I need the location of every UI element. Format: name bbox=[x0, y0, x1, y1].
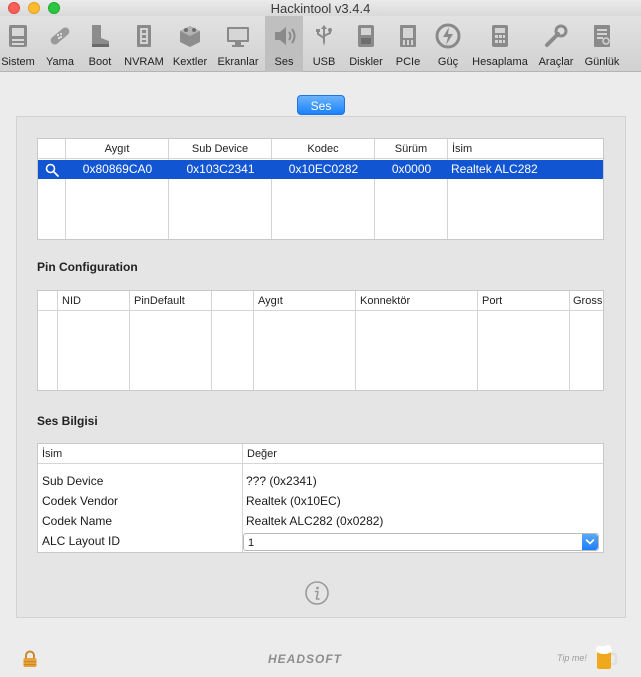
magnifier-icon[interactable] bbox=[44, 160, 60, 179]
alc-layout-id-dropdown[interactable]: 1 bbox=[243, 533, 599, 551]
column-header-device[interactable]: Aygıt bbox=[254, 291, 356, 311]
audio-device-table[interactable]: Aygıt Sub Device Kodec Sürüm İsim 0x8086… bbox=[37, 138, 604, 240]
log-icon bbox=[588, 22, 616, 50]
nvram-icon bbox=[130, 22, 158, 50]
tab-label: Günlük bbox=[584, 56, 620, 68]
cell-device: 0x80869CA0 bbox=[82, 162, 153, 176]
pcie-icon bbox=[394, 22, 422, 50]
power-icon bbox=[434, 22, 462, 50]
table-header: İsim Değer bbox=[38, 444, 603, 464]
column-header-nid[interactable]: NID bbox=[58, 291, 130, 311]
column-header-version[interactable]: Sürüm bbox=[375, 139, 448, 159]
cell-sub-device: 0x103C2341 bbox=[186, 162, 255, 176]
disk-icon bbox=[352, 22, 380, 50]
column-header-value[interactable]: Değer bbox=[243, 444, 603, 464]
tab-guc[interactable]: Güç bbox=[430, 16, 466, 72]
segment-ses-button[interactable]: Ses bbox=[297, 95, 345, 115]
pin-configuration-title: Pin Configuration bbox=[37, 260, 138, 274]
speaker-icon bbox=[270, 22, 298, 50]
system-icon bbox=[4, 22, 32, 50]
table-row[interactable]: Codek Name Realtek ALC282 (0x0282) bbox=[38, 511, 603, 531]
column-divider bbox=[129, 311, 130, 390]
cell-version: 0x0000 bbox=[391, 162, 432, 176]
column-divider bbox=[569, 311, 570, 390]
cell-codec: 0x10EC0282 bbox=[288, 162, 359, 176]
tab-araclar[interactable]: Araçlar bbox=[536, 16, 576, 72]
tip-me-label[interactable]: Tip me! bbox=[557, 653, 587, 663]
tab-kextler[interactable]: Kextler bbox=[170, 16, 210, 72]
column-header-gross[interactable]: Gross bbox=[570, 291, 603, 311]
column-divider bbox=[57, 311, 58, 390]
column-header-blank bbox=[38, 291, 58, 311]
window-title: Hackintool v3.4.4 bbox=[270, 1, 371, 16]
info-key: ALC Layout ID bbox=[42, 534, 121, 548]
audio-info-table[interactable]: İsim Değer Sub Device ??? (0x2341) Codek… bbox=[37, 443, 604, 553]
table-row[interactable]: 0x80869CA0 0x103C2341 0x10EC0282 0x0000 … bbox=[38, 160, 603, 179]
info-value: Realtek ALC282 (0x0282) bbox=[246, 514, 384, 528]
column-header-name[interactable]: İsim bbox=[448, 139, 603, 159]
tools-icon bbox=[542, 22, 570, 50]
column-header-name[interactable]: İsim bbox=[38, 444, 243, 464]
info-value: Realtek (0x10EC) bbox=[246, 494, 341, 508]
tab-hesaplama[interactable]: Hesaplama bbox=[472, 16, 528, 72]
title-bar: Hackintool v3.4.4 bbox=[0, 0, 641, 16]
info-key: Codek Name bbox=[42, 514, 113, 528]
table-header: NID PinDefault Aygıt Konnektör Port Gros… bbox=[38, 291, 603, 311]
table-header: Aygıt Sub Device Kodec Sürüm İsim bbox=[38, 139, 603, 159]
column-divider bbox=[253, 311, 254, 390]
display-icon bbox=[224, 22, 252, 50]
pin-configuration-table[interactable]: NID PinDefault Aygıt Konnektör Port Gros… bbox=[37, 290, 604, 391]
kext-icon bbox=[176, 22, 204, 50]
dropdown-value: 1 bbox=[248, 537, 255, 549]
headsoft-logo: HEADSOFT bbox=[268, 652, 342, 666]
column-divider bbox=[211, 311, 212, 390]
tab-ekranlar[interactable]: Ekranlar bbox=[216, 16, 260, 72]
table-row[interactable]: Codek Vendor Realtek (0x10EC) bbox=[38, 491, 603, 511]
column-header-connector[interactable]: Konnektör bbox=[356, 291, 478, 311]
column-header-port[interactable]: Port bbox=[478, 291, 570, 311]
column-header-codec[interactable]: Kodec bbox=[272, 139, 375, 159]
info-key: Sub Device bbox=[42, 474, 104, 488]
calculator-icon bbox=[486, 22, 514, 50]
column-header-unnamed[interactable] bbox=[212, 291, 254, 311]
chevron-down-icon[interactable] bbox=[582, 534, 598, 550]
boot-icon bbox=[86, 22, 114, 50]
column-divider bbox=[355, 311, 356, 390]
column-header-device[interactable]: Aygıt bbox=[66, 139, 169, 159]
column-header-pin-default[interactable]: PinDefault bbox=[130, 291, 212, 311]
audio-info-title: Ses Bilgisi bbox=[37, 414, 98, 428]
info-key: Codek Vendor bbox=[42, 494, 119, 508]
lock-icon[interactable] bbox=[22, 650, 38, 668]
column-divider bbox=[477, 311, 478, 390]
info-icon[interactable] bbox=[304, 580, 330, 606]
usb-icon bbox=[310, 22, 338, 50]
table-row[interactable]: Sub Device ??? (0x2341) bbox=[38, 471, 603, 491]
tab-gunluk[interactable]: Günlük bbox=[584, 16, 620, 72]
column-header-icon bbox=[38, 139, 66, 159]
beer-icon[interactable] bbox=[594, 643, 618, 671]
patch-icon bbox=[46, 22, 74, 50]
main-toolbar: Sistem Yama Boot NVRAM Kextler Ekranlar … bbox=[0, 16, 641, 72]
column-header-sub-device[interactable]: Sub Device bbox=[169, 139, 272, 159]
cell-name: Realtek ALC282 bbox=[451, 162, 538, 176]
info-value: ??? (0x2341) bbox=[246, 474, 317, 488]
tab-diskler[interactable]: Diskler bbox=[346, 16, 386, 72]
